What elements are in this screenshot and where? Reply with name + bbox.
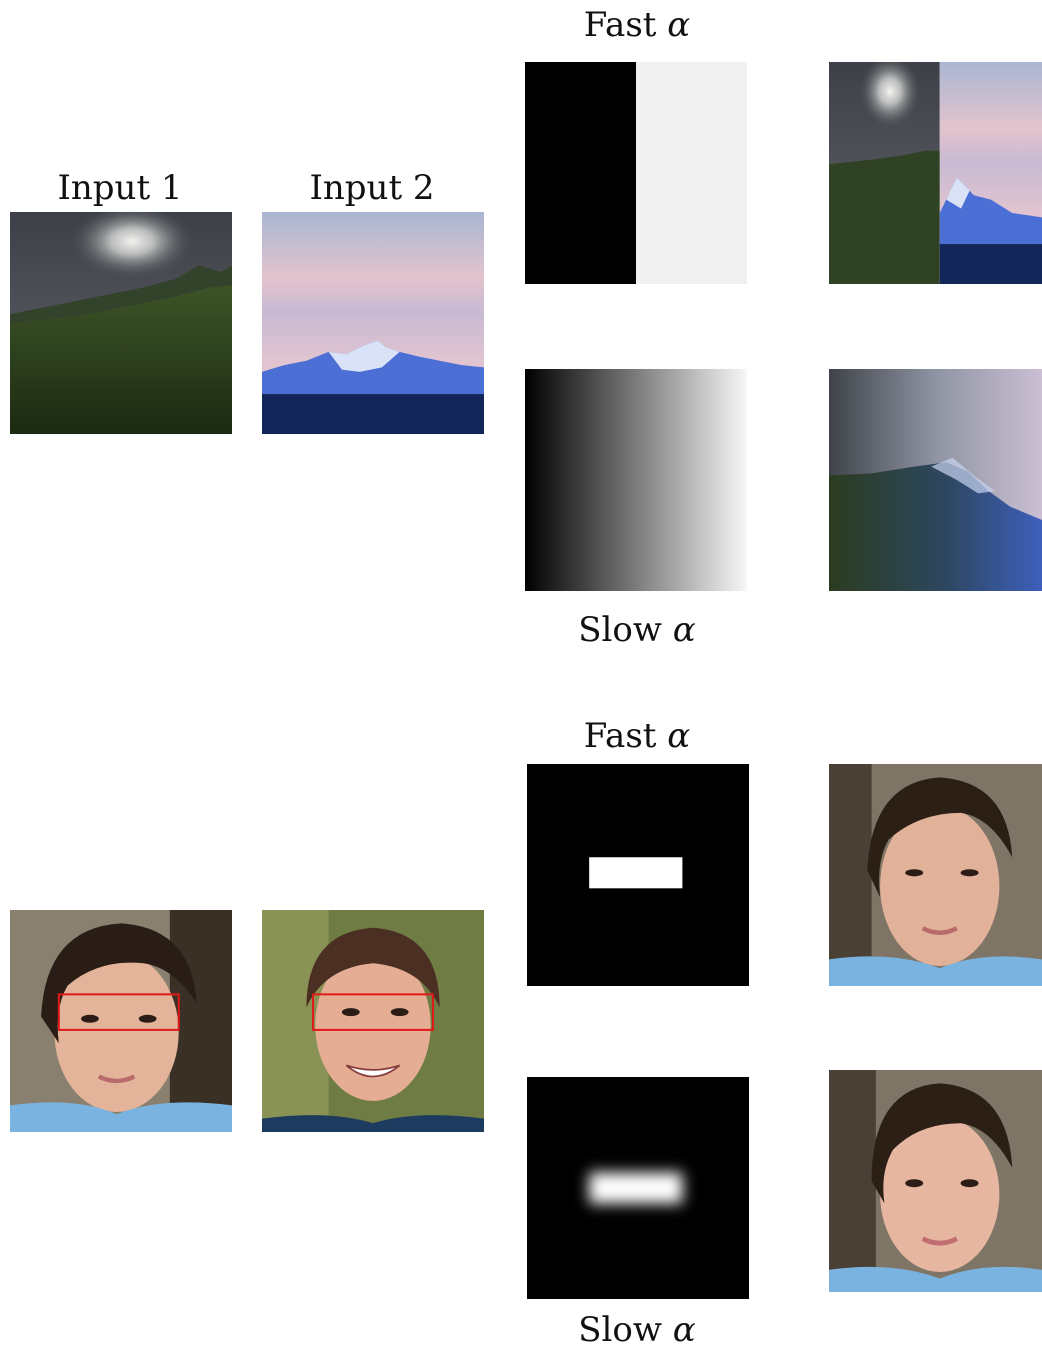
alpha-symbol: α bbox=[667, 5, 691, 45]
input1-landscape-image bbox=[10, 212, 232, 434]
input1-label-text: Input 1 bbox=[57, 168, 183, 208]
fast-alpha-label-bottom: Fast α bbox=[537, 716, 737, 756]
input1-label: Input 1 bbox=[30, 168, 210, 208]
input2-label-text: Input 2 bbox=[309, 168, 435, 208]
slow-alpha-label-bottom: Slow α bbox=[537, 1310, 737, 1350]
fast-blend-face-result bbox=[829, 764, 1042, 986]
slow-blend-face-result bbox=[829, 1070, 1042, 1292]
slow-label-text: Slow bbox=[578, 610, 673, 650]
slow-label-text: Slow bbox=[578, 1310, 673, 1350]
slow-blend-result-top bbox=[829, 369, 1042, 591]
input2-face-image bbox=[262, 910, 484, 1132]
input1-face-image bbox=[10, 910, 232, 1132]
fast-blend-result-top bbox=[829, 62, 1042, 284]
fast-alpha-mask-top bbox=[525, 62, 747, 284]
input2-landscape-image bbox=[262, 212, 484, 434]
slow-alpha-label-top: Slow α bbox=[537, 610, 737, 650]
input2-label: Input 2 bbox=[282, 168, 462, 208]
alpha-symbol: α bbox=[672, 1310, 696, 1350]
fast-label-text: Fast bbox=[583, 716, 668, 756]
alpha-symbol: α bbox=[672, 610, 696, 650]
fast-alpha-mask-bottom bbox=[527, 764, 749, 986]
fast-alpha-label-top: Fast α bbox=[537, 5, 737, 45]
alpha-symbol: α bbox=[667, 716, 691, 756]
slow-alpha-mask-top bbox=[525, 369, 747, 591]
slow-alpha-mask-bottom bbox=[527, 1077, 749, 1299]
fast-label-text: Fast bbox=[583, 5, 668, 45]
